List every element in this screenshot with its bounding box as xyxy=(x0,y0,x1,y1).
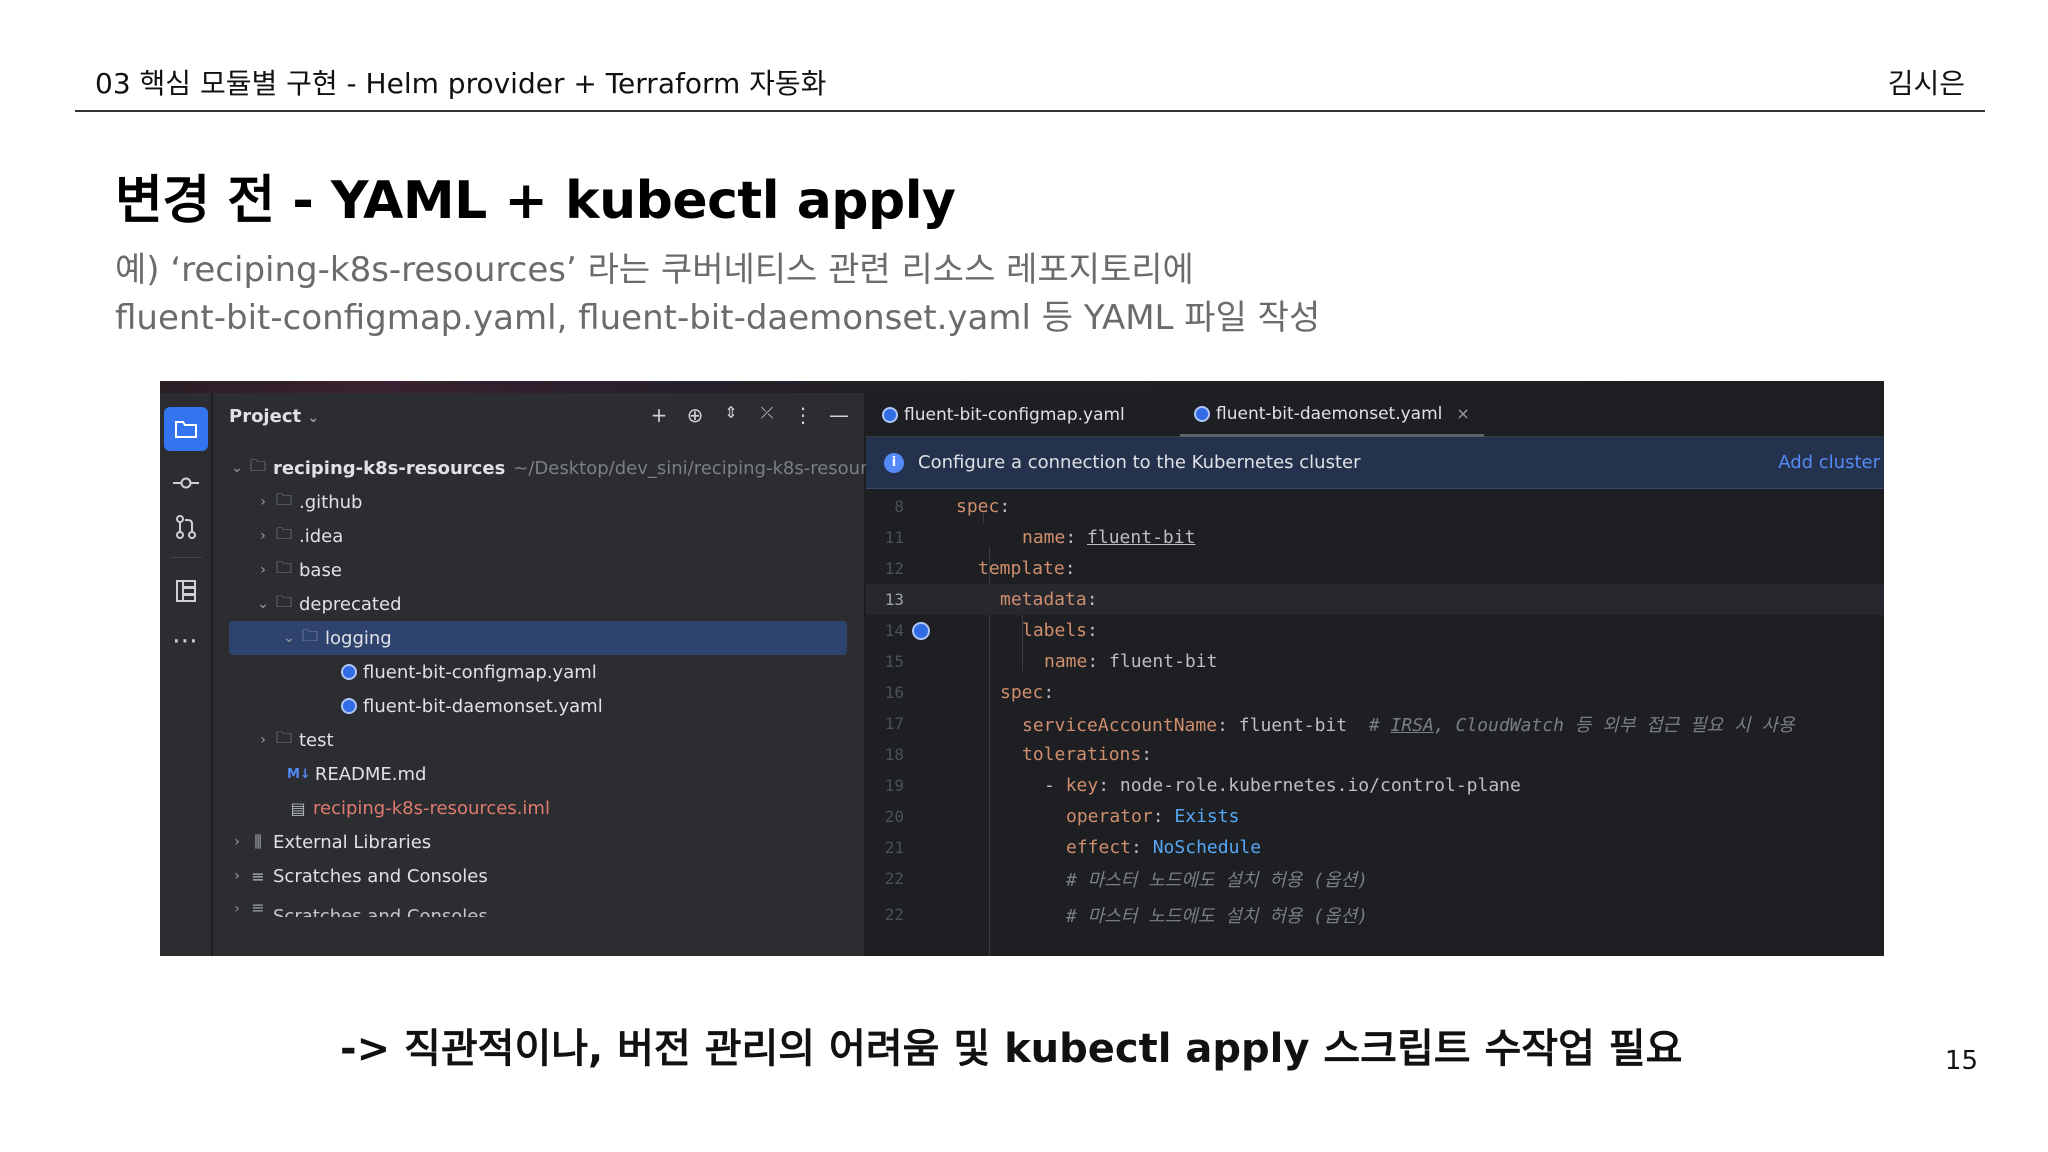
close-icon[interactable]: × xyxy=(1456,404,1469,423)
structure-icon[interactable] xyxy=(164,569,208,613)
scratches-icon: ≡ xyxy=(251,898,265,917)
ide-title-bar xyxy=(160,381,1884,393)
banner-message: Configure a connection to the Kubernetes… xyxy=(918,452,1361,473)
code-line: 11 name: fluent-bit xyxy=(884,527,1196,548)
kubernetes-icon xyxy=(341,664,357,680)
project-panel-header: Project ⌄ + ⊕ ⇕ ⤫ ⋮ — xyxy=(213,393,864,441)
folder-icon: 🗀 xyxy=(275,727,292,747)
options-menu-icon[interactable]: ⋮ xyxy=(792,403,814,427)
kubernetes-icon xyxy=(1194,405,1210,422)
tree-item-root[interactable]: ⌄ 🗀 reciping-k8s-resources ~/Desktop/dev… xyxy=(227,451,897,485)
project-toolbar: + ⊕ ⇕ ⤫ ⋮ — xyxy=(648,403,850,427)
chevron-right-icon: › xyxy=(234,868,240,884)
code-line-current: 13 metadata: xyxy=(866,584,1884,615)
tree-item-fluent-bit-daemonset[interactable]: fluent-bit-daemonset.yaml xyxy=(341,689,603,723)
chevron-right-icon: › xyxy=(260,494,266,510)
page-number: 15 xyxy=(1944,1046,1978,1076)
code-line: 8 spec: xyxy=(894,496,1011,517)
description-line-2: fluent-bit-configmap.yaml, fluent-bit-da… xyxy=(115,298,1321,338)
folder-icon: 🗀 xyxy=(275,523,292,543)
chevron-right-icon: › xyxy=(234,834,240,850)
library-icon: ⫼ xyxy=(254,832,262,851)
tree-item-external-libraries[interactable]: › ⫼ External Libraries xyxy=(227,825,431,859)
description-line-1: 예) ‘reciping-k8s-resources’ 라는 쿠버네티스 관련 … xyxy=(115,250,1194,290)
tree-item-logging[interactable]: ⌄ 🗀 logging xyxy=(229,621,847,655)
conclusion-text: -> 직관적이나, 버전 관리의 어려움 및 kubectl apply 스크립… xyxy=(340,1026,1683,1072)
code-line: 19 - key: node-role.kubernetes.io/contro… xyxy=(884,775,1521,796)
folder-icon: 🗀 xyxy=(275,591,292,611)
kubernetes-icon xyxy=(882,407,898,423)
collapse-all-icon[interactable]: ⤫ xyxy=(756,403,778,427)
new-file-icon[interactable]: + xyxy=(648,403,670,427)
slide-header: 03 핵심 모듈별 구현 - Helm provider + Terraform… xyxy=(75,56,1985,112)
tree-item-fluent-bit-configmap[interactable]: fluent-bit-configmap.yaml xyxy=(341,655,597,689)
expand-all-icon[interactable]: ⇕ xyxy=(720,403,742,427)
module-file-icon: ▤ xyxy=(290,798,306,818)
project-folder-icon[interactable] xyxy=(164,407,208,451)
kubernetes-icon xyxy=(341,698,357,714)
editor-area: fluent-bit-configmap.yaml fluent-bit-dae… xyxy=(866,393,1884,956)
tab-fluent-bit-configmap[interactable]: fluent-bit-configmap.yaml xyxy=(868,393,1139,437)
code-line: 18 tolerations: xyxy=(884,744,1153,765)
tree-item-github[interactable]: › 🗀 .github xyxy=(253,485,362,519)
add-cluster-link[interactable]: Add cluster xyxy=(1778,452,1880,473)
chevron-down-icon: ⌄ xyxy=(257,596,269,612)
tab-fluent-bit-daemonset[interactable]: fluent-bit-daemonset.yaml × xyxy=(1180,393,1484,437)
editor-tabs: fluent-bit-configmap.yaml fluent-bit-dae… xyxy=(866,393,1884,437)
tree-item-readme[interactable]: M↓ README.md xyxy=(287,757,426,791)
code-line: 14 labels: xyxy=(884,620,1098,641)
code-line: 22 # 마스터 노드에도 설치 허용 (옵션) xyxy=(884,905,1368,927)
folder-icon: 🗀 xyxy=(275,557,292,577)
kubernetes-connection-banner: i Configure a connection to the Kubernet… xyxy=(866,437,1884,489)
tree-item-scratches[interactable]: › ≡ Scratches and Consoles xyxy=(227,859,488,893)
folder-icon: 🗀 xyxy=(301,625,318,645)
scratches-icon: ≡ xyxy=(251,866,265,886)
chevron-right-icon: › xyxy=(260,562,266,578)
markdown-icon: M↓ xyxy=(287,766,311,782)
code-line: 15 name: fluent-bit xyxy=(884,651,1218,672)
chevron-right-icon: › xyxy=(260,732,266,748)
code-line: 12 template: xyxy=(884,558,1076,579)
author-name: 김시은 xyxy=(1887,67,1965,100)
section-title: 03 핵심 모듈별 구현 - Helm provider + Terraform… xyxy=(95,67,827,100)
hide-panel-icon[interactable]: — xyxy=(828,403,850,427)
tree-item-deprecated[interactable]: ⌄ 🗀 deprecated xyxy=(253,587,401,621)
locate-file-icon[interactable]: ⊕ xyxy=(684,403,706,427)
chevron-right-icon: › xyxy=(234,901,240,917)
tree-item-iml[interactable]: ▤ reciping-k8s-resources.iml xyxy=(287,791,550,825)
code-line: 20 operator: Exists xyxy=(884,806,1240,827)
activity-bar: ⋯ xyxy=(160,393,212,956)
tree-item-test[interactable]: › 🗀 test xyxy=(253,723,333,757)
pull-requests-icon[interactable] xyxy=(164,505,208,549)
tree-item-idea[interactable]: › 🗀 .idea xyxy=(253,519,343,553)
tree-item-base[interactable]: › 🗀 base xyxy=(253,553,342,587)
project-panel: Project ⌄ + ⊕ ⇕ ⤫ ⋮ — ⌄ 🗀 reciping-k8s-r… xyxy=(213,393,897,956)
code-line: 16 spec: xyxy=(884,682,1055,703)
folder-icon: 🗀 xyxy=(275,489,292,509)
slide-title: 변경 전 - YAML + kubectl apply xyxy=(115,171,956,231)
commit-icon[interactable] xyxy=(164,461,208,505)
tree-item-scratches-duplicate: › ≡ Scratches and Consoles xyxy=(227,895,488,917)
more-tools-icon[interactable]: ⋯ xyxy=(164,619,208,663)
code-line: 22 # 마스터 노드에도 설치 허용 (옵션) xyxy=(884,869,1368,891)
project-panel-title[interactable]: Project ⌄ xyxy=(229,406,319,427)
chevron-down-icon: ⌄ xyxy=(283,630,295,646)
module-folder-icon: 🗀 xyxy=(249,455,266,475)
kubernetes-gutter-icon[interactable] xyxy=(912,621,930,640)
info-icon: i xyxy=(884,452,904,473)
code-line: 17 serviceAccountName: fluent-bit # IRSA… xyxy=(884,714,1795,736)
code-line: 21 effect: NoSchedule xyxy=(884,837,1262,858)
chevron-right-icon: › xyxy=(260,528,266,544)
ide-screenshot: ⋯ Project ⌄ + ⊕ ⇕ ⤫ ⋮ — ⌄ 🗀 reciping-k8s… xyxy=(160,381,1884,956)
chevron-down-icon: ⌄ xyxy=(231,460,243,476)
